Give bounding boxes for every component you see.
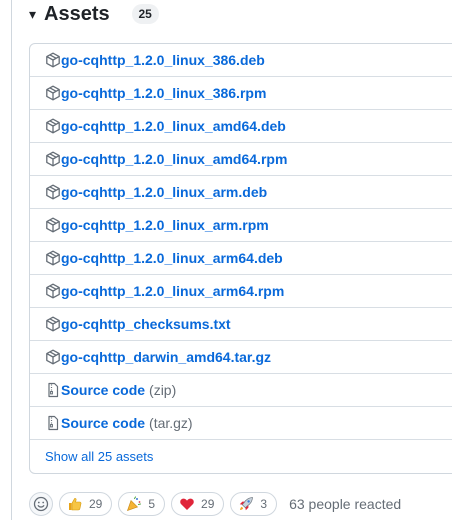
asset-name: go-cqhttp_1.2.0_linux_386.deb — [61, 52, 265, 68]
thumbs-up-icon — [67, 496, 83, 512]
asset-name: go-cqhttp_1.2.0_linux_arm.rpm — [61, 217, 269, 233]
package-icon — [45, 217, 61, 233]
package-icon — [45, 250, 61, 266]
asset-row: Source code (zip) — [30, 374, 452, 407]
rocket-icon — [238, 496, 254, 512]
assets-count-badge: 25 — [131, 4, 159, 24]
asset-list: go-cqhttp_1.2.0_linux_386.deb go-cqhttp_… — [29, 43, 452, 474]
asset-name: Source code — [61, 382, 146, 398]
reaction-count: 5 — [148, 497, 156, 511]
reaction-heart-button[interactable]: 29 — [171, 492, 225, 516]
package-icon — [45, 85, 61, 101]
asset-row: go-cqhttp_1.2.0_linux_arm.rpm — [30, 209, 452, 242]
asset-link[interactable]: go-cqhttp_1.2.0_linux_arm64.deb — [45, 250, 283, 266]
asset-link[interactable]: go-cqhttp_1.2.0_linux_386.rpm — [45, 85, 266, 101]
package-icon — [45, 349, 61, 365]
release-assets-panel: ▾ Assets 25 go-cqhttp_1.2.0_linux_386.de… — [0, 0, 452, 520]
asset-row: go-cqhttp_1.2.0_linux_amd64.deb — [30, 110, 452, 143]
reaction-count: 29 — [89, 497, 103, 511]
reaction-hooray-button[interactable]: 5 — [118, 492, 166, 516]
package-icon — [45, 151, 61, 167]
asset-link[interactable]: Source code (tar.gz) — [45, 415, 193, 431]
package-icon — [45, 316, 61, 332]
add-reaction-button[interactable] — [29, 492, 53, 516]
asset-row: go-cqhttp_1.2.0_linux_arm.deb — [30, 176, 452, 209]
reaction-thumbs-up-button[interactable]: 29 — [59, 492, 113, 516]
asset-name: go-cqhttp_1.2.0_linux_arm.deb — [61, 184, 268, 200]
package-icon — [45, 283, 61, 299]
heart-icon — [179, 496, 195, 512]
smiley-icon — [33, 496, 49, 512]
asset-link[interactable]: go-cqhttp_1.2.0_linux_amd64.deb — [45, 118, 286, 134]
asset-name: Source code — [61, 415, 146, 431]
assets-header[interactable]: ▾ Assets 25 — [29, 0, 159, 28]
package-icon — [45, 52, 61, 68]
asset-link[interactable]: go-cqhttp_1.2.0_linux_arm64.rpm — [45, 283, 284, 299]
asset-link[interactable]: go-cqhttp_darwin_amd64.tar.gz — [45, 349, 271, 365]
reactions-bar: 29 5 29 3 63 people reacted — [29, 491, 401, 517]
asset-row: go-cqhttp_1.2.0_linux_arm64.rpm — [30, 275, 452, 308]
asset-name: go-cqhttp_1.2.0_linux_amd64.deb — [61, 118, 286, 134]
asset-name: go-cqhttp_darwin_amd64.tar.gz — [61, 349, 272, 365]
hooray-icon — [126, 496, 142, 512]
asset-row: go-cqhttp_1.2.0_linux_386.deb — [30, 44, 452, 77]
asset-name: go-cqhttp_1.2.0_linux_amd64.rpm — [61, 151, 288, 167]
asset-format: (tar.gz) — [149, 415, 193, 431]
package-icon — [45, 184, 61, 200]
show-all-assets-link[interactable]: Show all 25 assets — [45, 449, 153, 464]
asset-name: go-cqhttp_1.2.0_linux_arm64.rpm — [61, 283, 285, 299]
asset-link[interactable]: go-cqhttp_1.2.0_linux_amd64.rpm — [45, 151, 287, 167]
asset-link[interactable]: go-cqhttp_1.2.0_linux_arm.deb — [45, 184, 267, 200]
assets-title: Assets — [44, 3, 110, 25]
asset-name: go-cqhttp_1.2.0_linux_arm64.deb — [61, 250, 283, 266]
package-icon — [45, 118, 61, 134]
asset-format: (zip) — [149, 382, 177, 398]
reaction-count: 29 — [201, 497, 215, 511]
reaction-count: 3 — [260, 497, 268, 511]
asset-name: go-cqhttp_1.2.0_linux_386.rpm — [61, 85, 267, 101]
reactions-summary: 63 people reacted — [289, 496, 402, 512]
asset-link[interactable]: go-cqhttp_1.2.0_linux_386.deb — [45, 52, 265, 68]
asset-row: go-cqhttp_1.2.0_linux_amd64.rpm — [30, 143, 452, 176]
asset-row: go-cqhttp_1.2.0_linux_arm64.deb — [30, 242, 452, 275]
asset-row: go-cqhttp_darwin_amd64.tar.gz — [30, 341, 452, 374]
asset-link[interactable]: go-cqhttp_checksums.txt — [45, 316, 231, 332]
file-zip-icon — [45, 415, 61, 431]
asset-name: go-cqhttp_checksums.txt — [61, 316, 231, 332]
asset-row: go-cqhttp_checksums.txt — [30, 308, 452, 341]
file-zip-icon — [45, 382, 61, 398]
asset-link[interactable]: go-cqhttp_1.2.0_linux_arm.rpm — [45, 217, 269, 233]
reaction-rocket-button[interactable]: 3 — [230, 492, 278, 516]
divider — [11, 0, 12, 520]
show-all-row: Show all 25 assets — [30, 440, 452, 473]
asset-link[interactable]: Source code (zip) — [45, 382, 176, 398]
asset-row: go-cqhttp_1.2.0_linux_386.rpm — [30, 77, 452, 110]
collapse-caret-icon[interactable]: ▾ — [29, 7, 36, 21]
asset-row: Source code (tar.gz) — [30, 407, 452, 440]
